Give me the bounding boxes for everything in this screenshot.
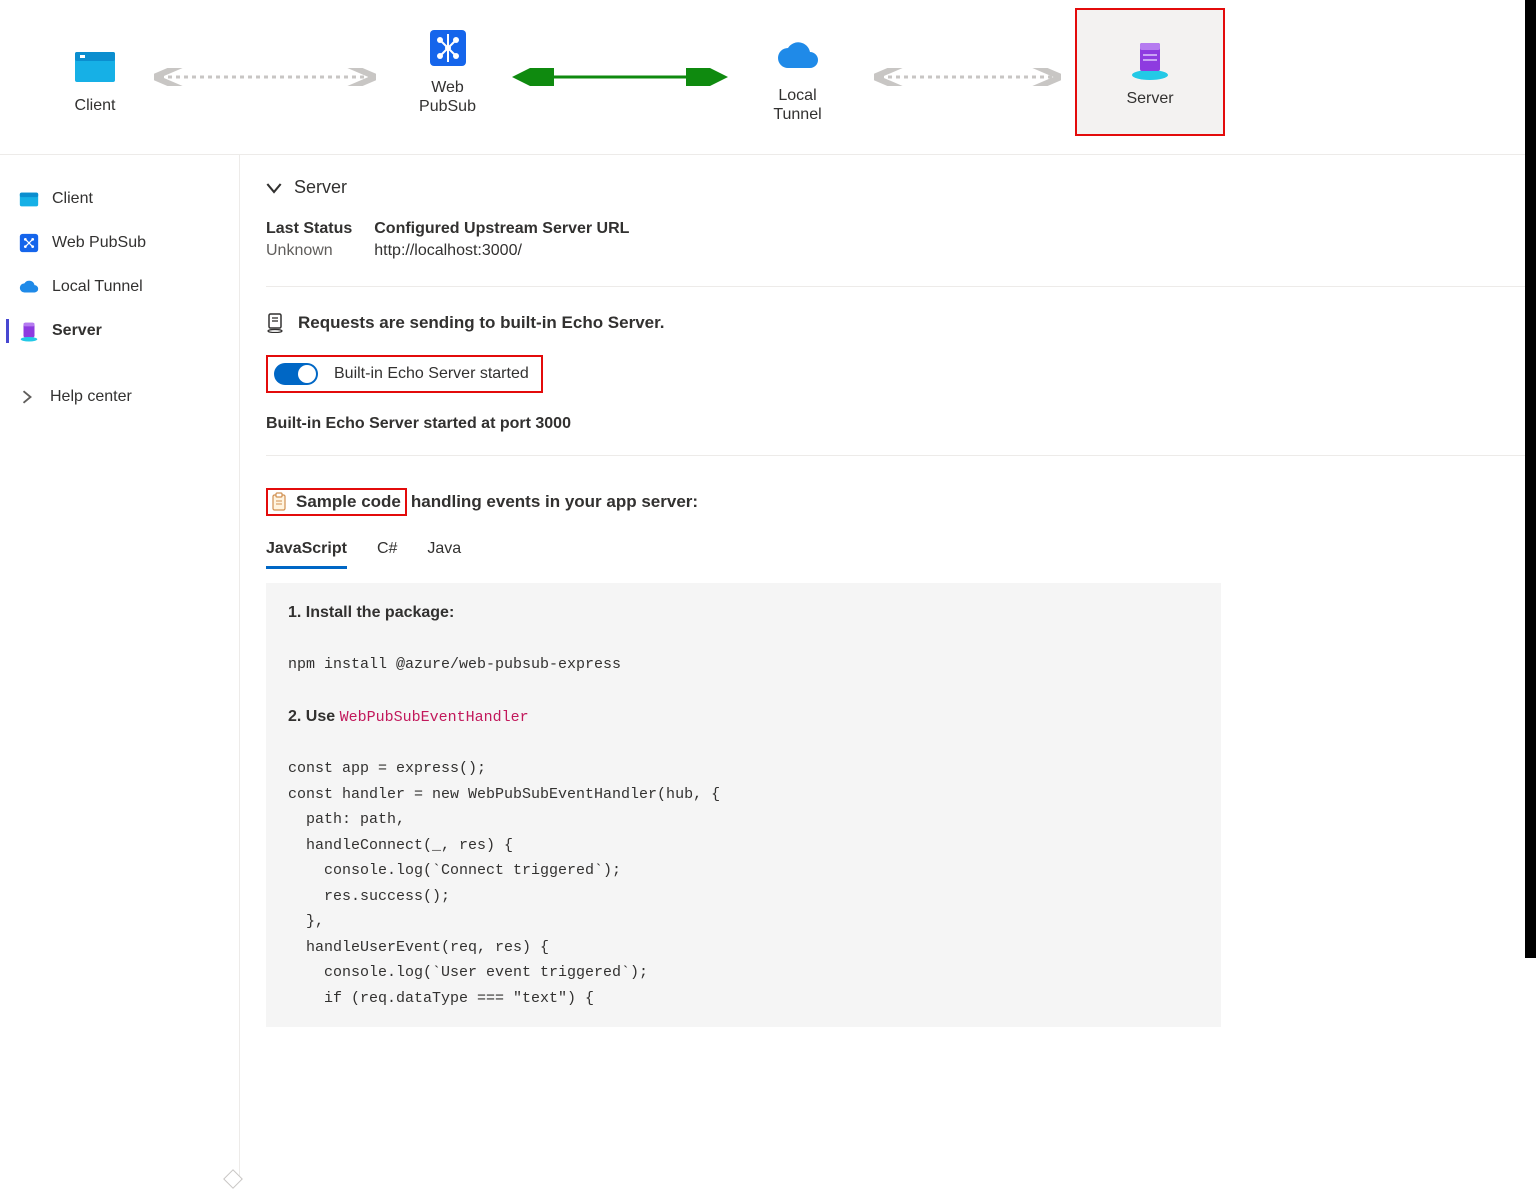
sidebar-item-webpubsub-label: Web PubSub [52,234,146,252]
server-outline-icon [266,313,284,333]
code-sample: 1. Install the package: npm install @azu… [266,583,1221,1027]
sidebar-item-webpubsub[interactable]: Web PubSub [0,221,239,265]
sidebar-item-localtunnel[interactable]: Local Tunnel [0,265,239,309]
echo-server-toggle-row: Built-in Echo Server started [266,355,543,393]
divider [266,286,1536,287]
diagram-node-server[interactable]: Server [1075,8,1225,136]
connector-wps-tunnel [510,68,730,86]
webpubsub-icon [424,24,472,72]
server-icon [1126,35,1174,83]
diagram-node-webpubsub[interactable]: Web PubSub [395,24,500,116]
sample-code-rest: handling events in your app server: [411,492,698,512]
echo-server-toggle-label: Built-in Echo Server started [334,365,529,383]
server-icon [18,320,40,342]
architecture-diagram: Client Web PubSub [0,0,1536,155]
code-step1: 1. Install the package: [288,604,454,621]
chevron-right-icon [20,390,34,404]
last-status-block: Last Status Unknown [266,220,352,260]
upstream-url-block: Configured Upstream Server URL http://lo… [374,220,629,260]
sidebar: Client Web PubSub Local Tunnel Server [0,155,240,1180]
client-icon [18,188,40,210]
sample-code-label: Sample code [296,492,401,512]
connector-tunnel-server [870,68,1065,86]
diagram-node-webpubsub-label-l2: PubSub [419,98,476,115]
tab-csharp[interactable]: C# [377,532,397,569]
sidebar-item-server-label: Server [52,322,102,340]
sidebar-item-server[interactable]: Server [0,309,239,353]
sidebar-item-client-label: Client [52,190,93,208]
tab-java[interactable]: Java [427,532,461,569]
divider [266,455,1536,456]
cloud-icon [18,276,40,298]
echo-server-port-text: Built-in Echo Server started at port 300… [266,415,1536,433]
sidebar-item-helpcenter[interactable]: Help center [0,375,239,419]
section-header-server[interactable]: Server [266,177,1536,198]
diagram-node-localtunnel-label-l2: Tunnel [773,106,821,123]
upstream-url-value: http://localhost:3000/ [374,242,629,260]
client-icon [71,42,119,90]
code-tabs: JavaScript C# Java [266,532,1536,569]
sidebar-item-client[interactable]: Client [0,177,239,221]
last-status-header: Last Status [266,220,352,238]
cloud-icon [774,32,822,80]
diagram-node-localtunnel-label-l1: Local [778,87,816,104]
clipboard-icon [270,492,288,512]
sidebar-item-localtunnel-label: Local Tunnel [52,278,143,296]
code-npm: npm install @azure/web-pubsub-express [288,656,621,673]
code-step2b: WebPubSubEventHandler [340,709,529,726]
connector-client-wps [150,68,380,86]
edge-strip [1525,0,1536,958]
echo-server-toggle[interactable] [274,363,318,385]
diagram-node-client[interactable]: Client [50,42,140,115]
diagram-node-webpubsub-label-l1: Web [431,79,464,96]
tab-javascript[interactable]: JavaScript [266,532,347,569]
section-title: Server [294,177,347,198]
last-status-value: Unknown [266,242,352,260]
diagram-node-server-label: Server [1077,89,1223,108]
upstream-url-header: Configured Upstream Server URL [374,220,629,238]
sidebar-item-helpcenter-label: Help center [50,388,132,406]
code-step2a: 2. Use [288,708,340,725]
main-content: Server Last Status Unknown Configured Up… [240,155,1536,1180]
webpubsub-icon [18,232,40,254]
echo-server-heading: Requests are sending to built-in Echo Se… [266,313,1536,333]
diagram-node-localtunnel[interactable]: Local Tunnel [745,32,850,124]
code-body: const app = express(); const handler = n… [288,760,720,1007]
echo-server-heading-text: Requests are sending to built-in Echo Se… [298,313,665,333]
diagram-node-client-label: Client [50,96,140,115]
chevron-down-icon [266,180,282,196]
sample-code-heading: Sample code handling events in your app … [266,488,1536,516]
